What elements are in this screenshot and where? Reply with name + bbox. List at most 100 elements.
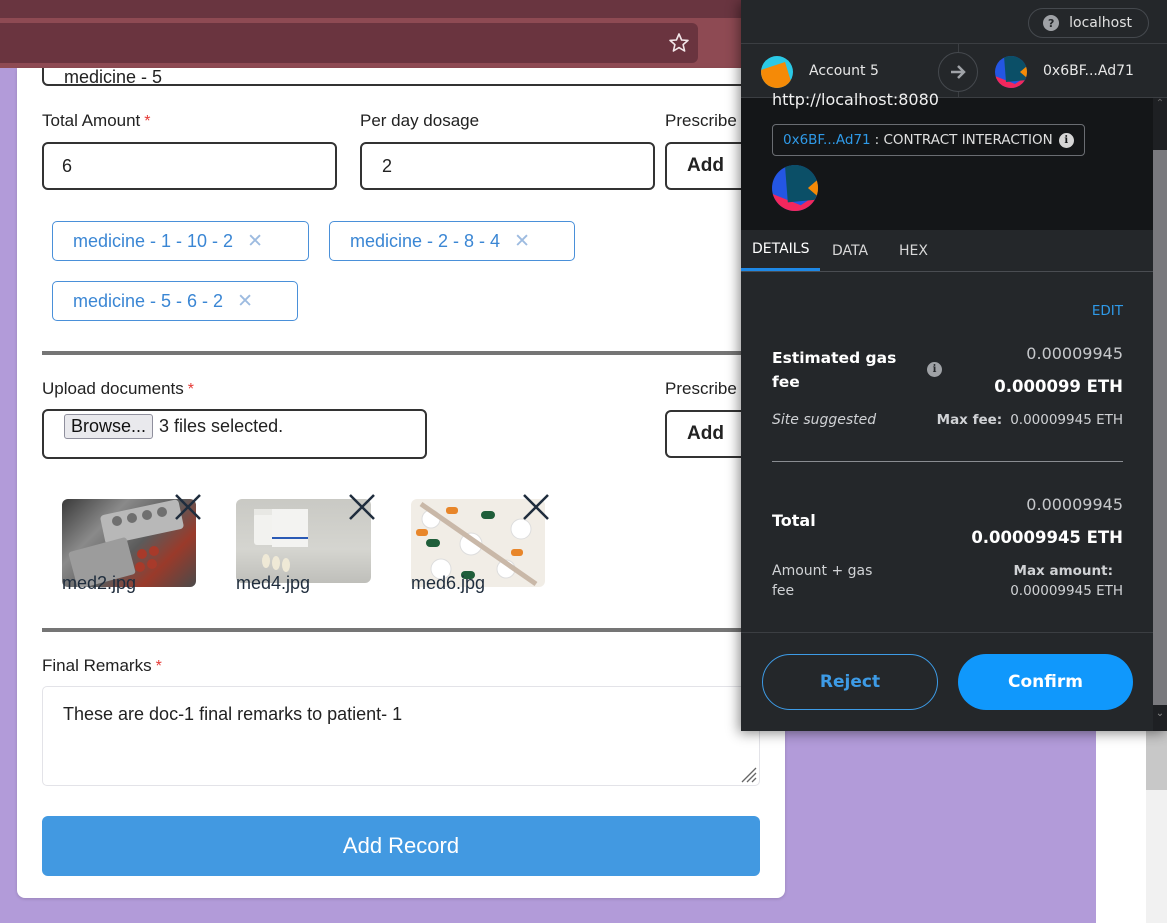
tab-label: DETAILS: [752, 241, 810, 257]
add-record-form: medicine - 5 Total Amount * 6 Per day dos…: [17, 68, 785, 898]
amount-gas-fee-label-line2: fee: [772, 583, 795, 599]
divider: [772, 461, 1123, 462]
confirm-button-label: Confirm: [1008, 672, 1083, 692]
to-account-avatar: [995, 56, 1027, 88]
prescribe-label: Prescribe: [665, 111, 737, 130]
tab-hex[interactable]: HEX: [899, 230, 928, 271]
tab-label: HEX: [899, 242, 928, 259]
per-day-dosage-value: 2: [382, 155, 393, 176]
tab-label: DATA: [832, 242, 869, 259]
add-document-button-label: Add: [687, 423, 724, 444]
medicine-chip-text: medicine - 2 - 8 - 4: [350, 230, 501, 251]
page-scrollbar-thumb[interactable]: [1146, 730, 1167, 790]
gas-fee-label-line2: fee: [772, 373, 800, 391]
max-fee-label: Max fee:: [936, 412, 1003, 428]
tab-details[interactable]: DETAILS: [741, 230, 821, 271]
site-suggested-label: Site suggested: [772, 412, 877, 428]
file-upload-input[interactable]: Browse... 3 files selected.: [42, 409, 427, 459]
max-amount-label: Max amount:: [1013, 563, 1113, 579]
browse-button[interactable]: Browse...: [64, 414, 154, 439]
per-day-dosage-label: Per day dosage: [360, 111, 480, 130]
from-account-name: Account 5: [809, 63, 879, 79]
origin-url: http://localhost:8080: [772, 90, 939, 109]
contract-interaction-label: : CONTRACT INTERACTION: [874, 132, 1053, 148]
resize-handle-icon[interactable]: [739, 765, 757, 783]
medicine-chip: medicine - 2 - 8 - 4 ✕: [329, 221, 575, 261]
medicine-name-input[interactable]: medicine - 5: [42, 68, 785, 87]
prescribe-label-2: Prescribe: [665, 379, 737, 398]
add-record-button[interactable]: Add Record: [42, 816, 760, 876]
max-fee-row: Max fee: 0.00009945 ETH: [937, 412, 1123, 428]
gas-info-icon[interactable]: i: [927, 362, 942, 377]
section-divider: [42, 351, 785, 355]
scroll-down-icon[interactable]: ⌄: [1153, 708, 1167, 730]
total-label: Total: [772, 511, 816, 530]
total-amount-label-text: Total Amount: [42, 111, 141, 130]
final-remarks-label-text: Final Remarks: [42, 656, 152, 675]
popup-scrollbar-thumb[interactable]: [1153, 150, 1167, 705]
final-remarks-textarea[interactable]: These are doc-1 final remarks to patient…: [42, 686, 760, 786]
required-marker: *: [144, 113, 151, 130]
final-remarks-value: These are doc-1 final remarks to patient…: [63, 704, 403, 724]
confirm-button[interactable]: Confirm: [958, 654, 1133, 710]
reject-button[interactable]: Reject: [762, 654, 938, 710]
remove-chip-icon[interactable]: ✕: [514, 230, 530, 253]
upload-documents-label: Upload documents *: [42, 379, 194, 399]
footer-divider: [741, 632, 1153, 633]
star-icon[interactable]: [667, 31, 691, 55]
reject-button-label: Reject: [819, 672, 881, 692]
per-day-dosage-input[interactable]: 2: [360, 142, 655, 190]
remove-chip-icon[interactable]: ✕: [247, 230, 263, 253]
medicine-chip-text: medicine - 5 - 6 - 2: [73, 290, 224, 311]
max-fee-value: 0.00009945 ETH: [1010, 412, 1123, 428]
file-name: med4.jpg: [236, 573, 311, 593]
contract-interaction-pill: 0x6BF...Ad71 : CONTRACT INTERACTION i: [772, 124, 1085, 156]
medicine-chip-text: medicine - 1 - 10 - 2: [73, 230, 234, 251]
medicine-chip: medicine - 5 - 6 - 2 ✕: [52, 281, 298, 321]
section-divider: [42, 628, 785, 632]
browser-tabstrip: [0, 0, 745, 18]
edit-gas-link[interactable]: EDIT: [1092, 303, 1123, 319]
close-icon[interactable]: [520, 491, 552, 523]
close-icon[interactable]: [172, 491, 204, 523]
metamask-header: ? localhost: [741, 0, 1167, 44]
required-marker: *: [187, 381, 194, 398]
total-amount-input[interactable]: 6: [42, 142, 337, 190]
address-bar[interactable]: [0, 23, 698, 63]
total-secondary: 0.00009945: [1026, 495, 1123, 514]
scroll-up-icon[interactable]: ⌃: [1153, 98, 1167, 118]
file-name: med6.jpg: [411, 573, 486, 593]
total-amount-label: Total Amount *: [42, 111, 151, 131]
add-medicine-button-label: Add: [687, 155, 724, 176]
metamask-popup: ? localhost Account 5 0x6BF...Ad71 http:…: [741, 0, 1167, 731]
gas-fee-primary: 0.000099 ETH: [994, 377, 1123, 396]
gas-fee-label: Estimated gas: [772, 349, 897, 367]
remove-chip-icon[interactable]: ✕: [237, 290, 253, 313]
info-icon[interactable]: i: [1058, 132, 1074, 148]
final-remarks-label: Final Remarks *: [42, 656, 162, 676]
medicine-chip: medicine - 1 - 10 - 2 ✕: [52, 221, 309, 261]
help-icon: ?: [1043, 15, 1060, 31]
medicine-name-value: medicine - 5: [64, 68, 163, 87]
to-account-address: 0x6BF...Ad71: [1043, 63, 1134, 79]
tab-data[interactable]: DATA: [832, 230, 868, 271]
add-record-button-label: Add Record: [342, 833, 460, 858]
total-amount-value: 6: [62, 155, 73, 176]
screen: medicine - 5 Total Amount * 6 Per day dos…: [0, 0, 1167, 923]
total-primary: 0.00009945 ETH: [971, 528, 1123, 547]
file-name: med2.jpg: [62, 573, 137, 593]
file-upload-status: 3 files selected.: [159, 416, 284, 436]
transaction-tabs: DETAILS DATA HEX: [741, 230, 1153, 272]
contract-address-link[interactable]: 0x6BF...Ad71: [783, 132, 871, 148]
from-account-avatar: [761, 56, 793, 88]
site-connection-pill[interactable]: ? localhost: [1028, 8, 1149, 38]
arrow-right-icon: [938, 52, 978, 92]
site-label: localhost: [1069, 15, 1132, 31]
required-marker: *: [155, 658, 162, 675]
max-amount-value: 0.00009945 ETH: [1010, 583, 1123, 599]
amount-gas-fee-label: Amount + gas: [772, 563, 873, 579]
transaction-origin-section: http://localhost:8080 0x6BF...Ad71 : CON…: [741, 90, 1153, 230]
gas-fee-secondary: 0.00009945: [1026, 344, 1123, 363]
contract-avatar: [772, 165, 818, 211]
close-icon[interactable]: [346, 491, 378, 523]
